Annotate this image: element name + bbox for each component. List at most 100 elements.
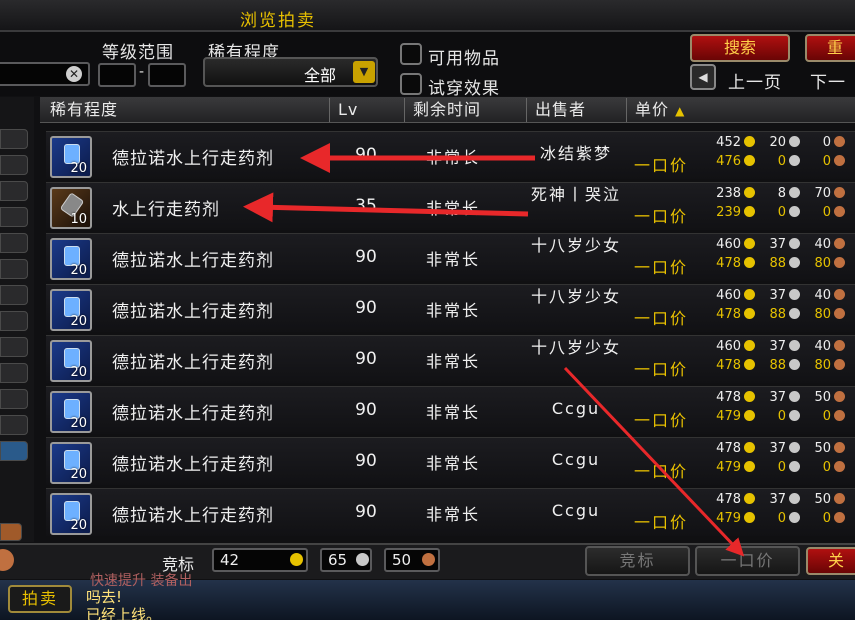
potion-icon[interactable]: 20 [50, 442, 92, 484]
prev-page-label[interactable]: 上一页 [728, 68, 782, 93]
gold-coin-icon [744, 493, 755, 504]
chat-tab-auction[interactable]: 拍卖 [8, 585, 72, 613]
usable-items-checkbox[interactable] [400, 43, 422, 65]
bid-gold: 478 [716, 441, 741, 456]
bid-price: 478 37 50 [701, 492, 848, 507]
column-time-left[interactable]: 剩余时间 [405, 98, 527, 122]
category-item[interactable] [0, 415, 28, 435]
buyout-silver: 88 [769, 256, 786, 271]
time-left: 非常长 [426, 454, 481, 473]
buyout-copper: 80 [814, 256, 831, 271]
table-row[interactable]: 20 德拉诺水上行走药剂 90 非常长 冰结紫梦 一口价 452 20 0 476 0… [46, 131, 855, 179]
table-row[interactable]: 20 德拉诺水上行走药剂 90 非常长 Ccgu 一口价 478 37 50 479… [46, 386, 855, 434]
category-item[interactable] [0, 259, 28, 279]
item-name: 水上行走药剂 [112, 200, 220, 220]
item-name: 德拉诺水上行走药剂 [112, 404, 274, 424]
next-page-label[interactable]: 下一 [810, 68, 846, 93]
silver-coin-icon [789, 308, 800, 319]
preview-checkbox[interactable] [400, 73, 422, 95]
reset-button[interactable]: 重 [805, 34, 855, 62]
bid-copper: 40 [814, 237, 831, 252]
bid-copper: 70 [814, 186, 831, 201]
silver-coin-icon [789, 410, 800, 421]
table-row[interactable]: 20 德拉诺水上行走药剂 90 非常长 十八岁少女 一口价 460 37 40 47… [46, 233, 855, 281]
buyout-gold: 239 [716, 205, 741, 220]
seller-name: Ccgu [551, 501, 601, 520]
bid-price: 460 37 40 [701, 339, 848, 354]
table-row[interactable]: 10 水上行走药剂 35 非常长 死神丨哭泣 一口价 238 8 70 239 0 0 [46, 182, 855, 230]
bid-silver: 37 [769, 237, 786, 252]
buyout-price: 239 0 0 [701, 205, 848, 220]
bid-price: 460 37 40 [701, 288, 848, 303]
buyout-copper: 0 [822, 409, 831, 424]
seller-name: 十八岁少女 [530, 287, 621, 306]
seller-name: 冰结紫梦 [539, 144, 612, 163]
column-level[interactable]: Lv [330, 98, 405, 122]
item-name: 德拉诺水上行走药剂 [112, 506, 274, 526]
bid-gold: 238 [716, 186, 741, 201]
category-item[interactable] [0, 181, 28, 201]
window-title: 浏览拍卖 [240, 11, 316, 31]
item-name: 德拉诺水上行走药剂 [112, 302, 274, 322]
gold-coin-icon [744, 187, 755, 198]
buyout-copper: 0 [822, 205, 831, 220]
bid-button[interactable]: 竞标 [585, 546, 690, 576]
potion-icon[interactable]: 20 [50, 238, 92, 280]
potion-icon[interactable]: 20 [50, 136, 92, 178]
category-item[interactable] [0, 311, 28, 331]
category-item[interactable] [0, 207, 28, 227]
stack-count: 20 [70, 467, 87, 482]
gold-coin-icon [744, 308, 755, 319]
buyout-gold: 478 [716, 256, 741, 271]
stack-count: 20 [70, 263, 87, 278]
table-row[interactable]: 20 德拉诺水上行走药剂 90 非常长 十八岁少女 一口价 460 37 40 47… [46, 284, 855, 332]
silver-coin-icon [789, 238, 800, 249]
close-button[interactable]: 关 [806, 547, 855, 575]
min-level-input[interactable] [98, 63, 136, 87]
clear-search-icon[interactable]: ✕ [66, 66, 82, 82]
bid-silver: 37 [769, 288, 786, 303]
buyout-label: 一口价 [634, 360, 689, 379]
category-item[interactable] [0, 285, 28, 305]
rarity-dropdown[interactable] [203, 57, 378, 87]
potion-icon[interactable]: 10 [50, 187, 92, 229]
silver-coin-icon [356, 553, 369, 566]
max-level-input[interactable] [148, 63, 186, 87]
buyout-button[interactable]: 一口价 [695, 546, 800, 576]
category-item[interactable] [0, 155, 28, 175]
potion-icon[interactable]: 20 [50, 340, 92, 382]
sort-arrow-icon: ▲ [675, 104, 686, 118]
prev-page-icon[interactable]: ◀ [690, 64, 716, 90]
buyout-gold: 478 [716, 358, 741, 373]
potion-icon[interactable]: 20 [50, 289, 92, 331]
bid-copper: 40 [814, 288, 831, 303]
category-item[interactable] [0, 389, 28, 409]
gold-coin-icon [744, 155, 755, 166]
chevron-down-icon[interactable]: ▼ [353, 61, 375, 83]
table-row[interactable]: 20 德拉诺水上行走药剂 90 非常长 Ccgu 一口价 478 37 50 479… [46, 488, 855, 536]
category-item[interactable] [0, 363, 28, 383]
buyout-label: 一口价 [634, 462, 689, 481]
preview-label: 试穿效果 [428, 79, 500, 99]
item-level: 90 [355, 451, 377, 471]
potion-icon[interactable]: 20 [50, 493, 92, 535]
buyout-label: 一口价 [634, 309, 689, 328]
item-name: 德拉诺水上行走药剂 [112, 251, 274, 271]
category-item[interactable] [0, 129, 28, 149]
potion-icon[interactable]: 20 [50, 391, 92, 433]
buyout-silver: 88 [769, 358, 786, 373]
column-seller[interactable]: 出售者 [527, 98, 627, 122]
buyout-copper: 0 [822, 460, 831, 475]
column-rarity[interactable]: 稀有程度 [42, 98, 330, 122]
bid-copper: 50 [814, 390, 831, 405]
category-item-selected[interactable] [0, 441, 28, 461]
silver-coin-icon [789, 187, 800, 198]
chat-line: 已经上线。 [86, 606, 162, 620]
column-unit-price[interactable]: 单价 ▲ [627, 98, 855, 122]
table-row[interactable]: 20 德拉诺水上行走药剂 90 非常长 Ccgu 一口价 478 37 50 479… [46, 437, 855, 485]
table-row[interactable]: 20 德拉诺水上行走药剂 90 非常长 十八岁少女 一口价 460 37 40 47… [46, 335, 855, 383]
category-item[interactable] [0, 233, 28, 253]
item-level: 90 [355, 145, 377, 165]
search-button[interactable]: 搜索 [690, 34, 790, 62]
category-item[interactable] [0, 337, 28, 357]
